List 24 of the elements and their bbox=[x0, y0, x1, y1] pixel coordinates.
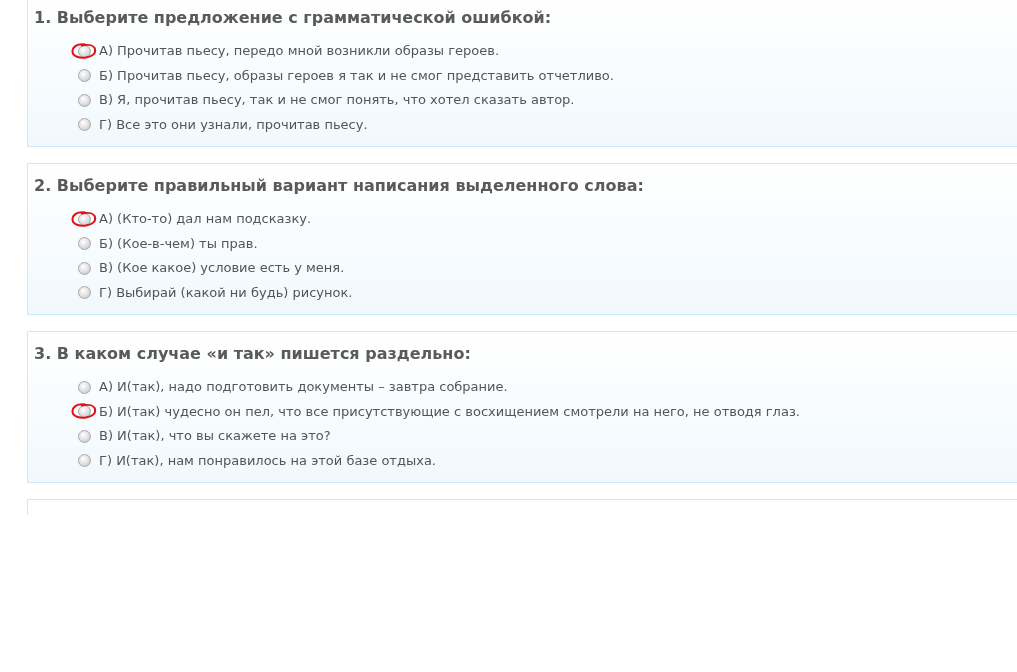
option-text: Б) Прочитав пьесу, образы героев я так и не смог представить отчетливо. bbox=[99, 67, 614, 84]
option-text: Г) Все это они узнали, прочитав пьесу. bbox=[99, 116, 368, 133]
option-text: Г) И(так), нам понравилось на этой базе отдыха. bbox=[99, 452, 436, 469]
radio-button[interactable] bbox=[78, 286, 91, 300]
radio-button[interactable] bbox=[78, 118, 91, 132]
option-text: А) И(так), надо подготовить документы – завтра собрание. bbox=[99, 379, 508, 396]
question-title: 1. Выберите предложение с грамматической ошибкой: bbox=[34, 8, 553, 28]
option-text: В) И(так), что вы скажете на это? bbox=[99, 428, 331, 445]
question-title: 2. Выберите правильный вариант написания выделенного слова: bbox=[34, 176, 645, 196]
question-title: 3. В каком случае «и так» пишется раздельно: bbox=[34, 344, 472, 364]
radio-button[interactable] bbox=[78, 261, 91, 275]
option-text: Б) И(так) чудесно он пел, что все присутствующие с восхищением смотрели на него, не отводя глаз. bbox=[99, 403, 800, 420]
radio-button[interactable] bbox=[78, 454, 91, 468]
radio-button[interactable] bbox=[78, 93, 91, 107]
option-text: Г) Выбирай (какой ни будь) рисунок. bbox=[99, 284, 353, 301]
radio-button[interactable] bbox=[78, 69, 91, 83]
radio-button[interactable] bbox=[78, 429, 91, 443]
radio-button[interactable] bbox=[78, 380, 91, 394]
option-text: А) (Кто-то) дал нам подсказку. bbox=[99, 211, 312, 228]
radio-button[interactable] bbox=[78, 237, 91, 251]
option-text: Б) (Кое-в-чем) ты прав. bbox=[99, 235, 258, 252]
option-text: В) (Кое какое) условие есть у меня. bbox=[99, 260, 345, 277]
option-text: В) Я, прочитав пьесу, так и не смог понять, что хотел сказать автор. bbox=[99, 92, 575, 109]
option-text: А) Прочитав пьесу, передо мной возникли образы героев. bbox=[99, 43, 499, 60]
